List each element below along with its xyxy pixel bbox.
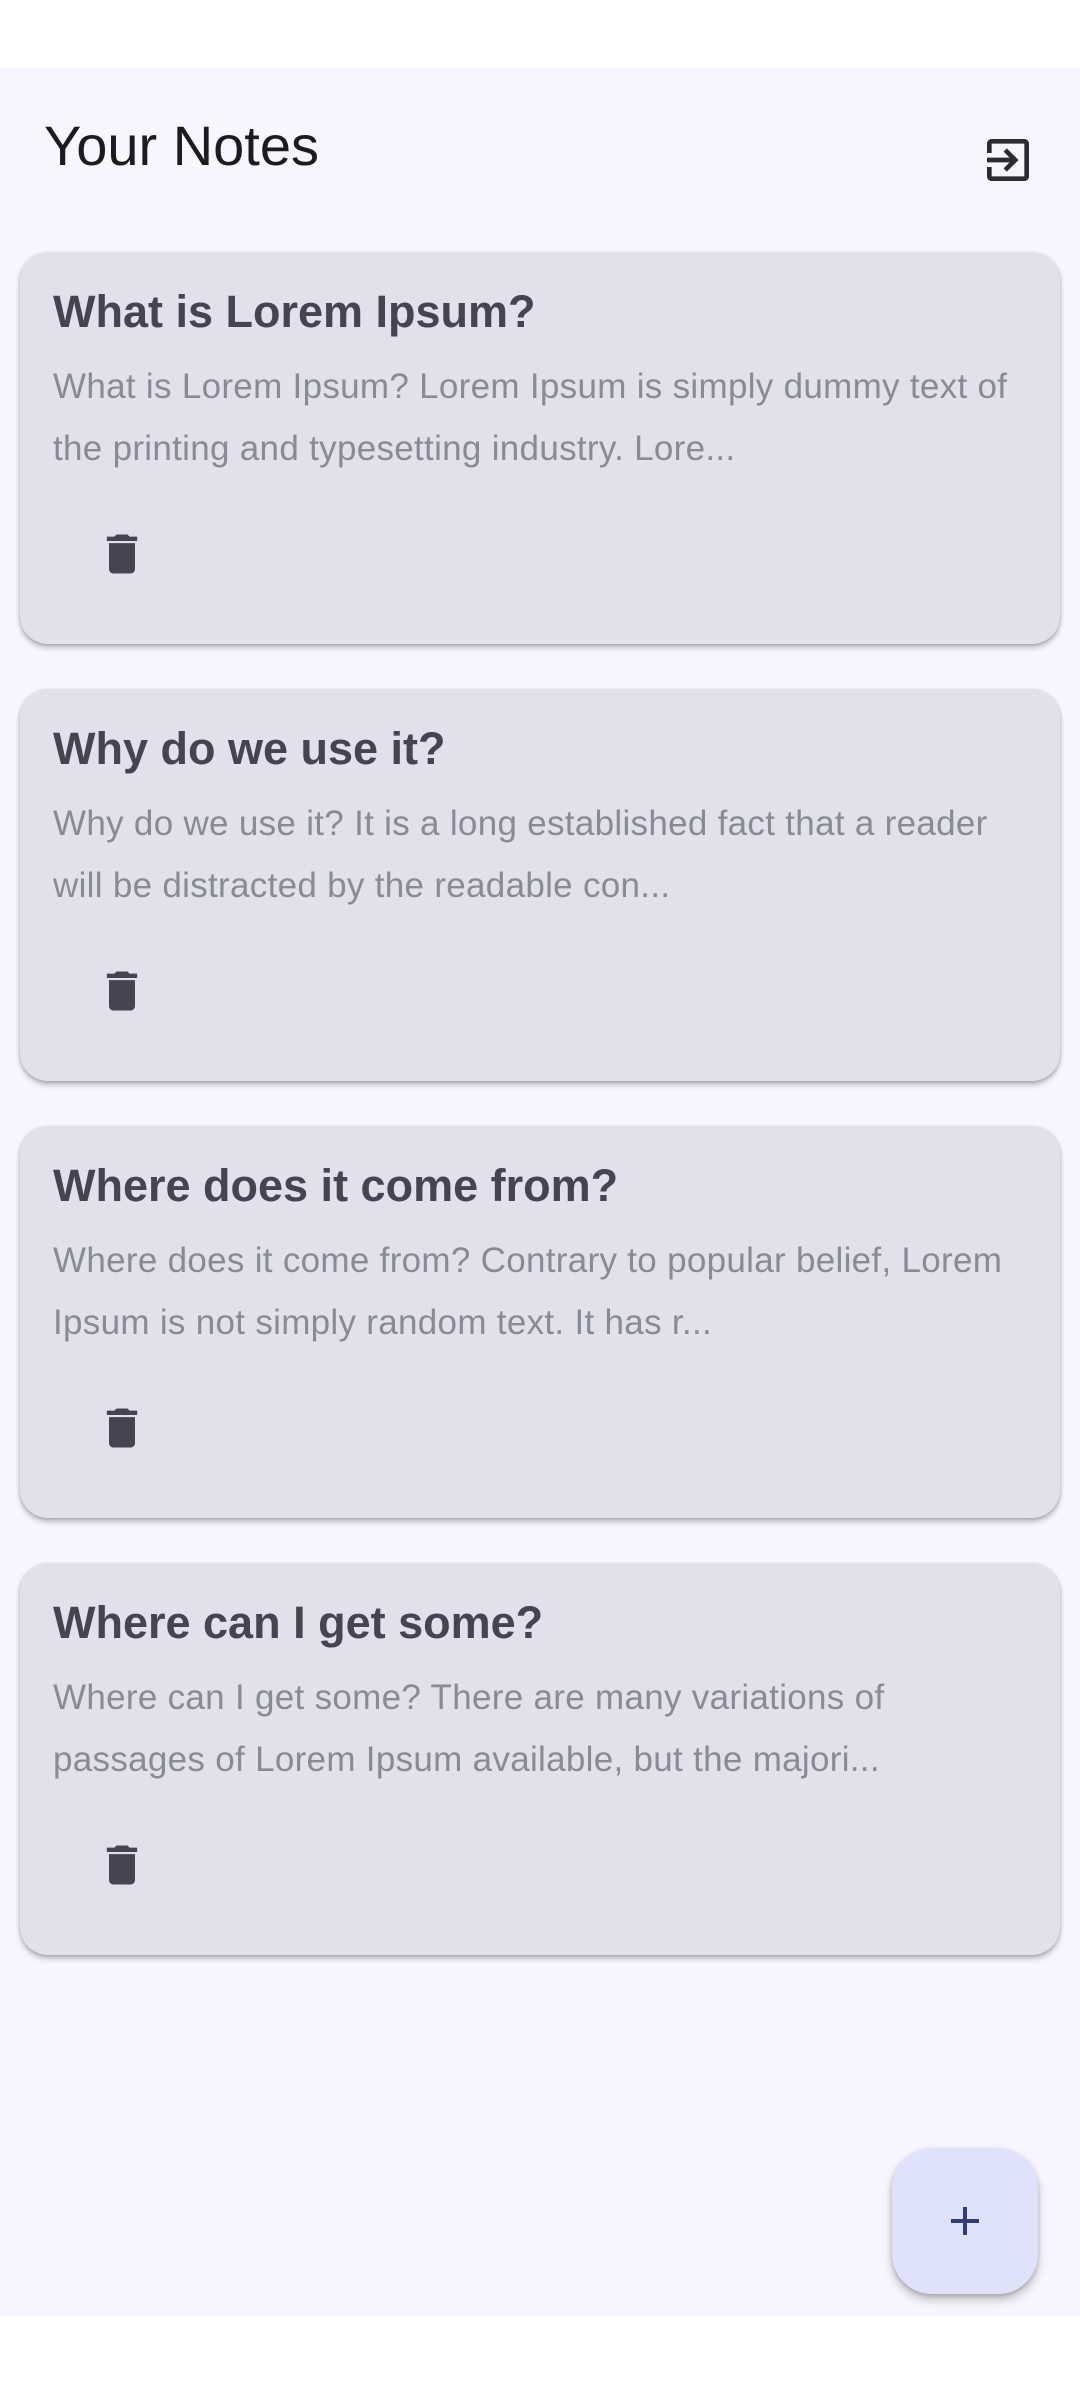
system-navigation-bar [0, 2316, 1080, 2400]
logout-button[interactable] [960, 112, 1056, 208]
note-card[interactable]: Why do we use it? Why do we use it? It i… [20, 689, 1060, 1081]
note-card[interactable]: Where does it come from? Where does it c… [20, 1126, 1060, 1518]
trash-icon [106, 534, 138, 574]
delete-note-button[interactable] [74, 943, 170, 1039]
delete-note-button[interactable] [74, 506, 170, 602]
notes-list: What is Lorem Ipsum? What is Lorem Ipsum… [20, 252, 1060, 2000]
note-preview: Why do we use it? It is a long establish… [53, 804, 988, 905]
trash-icon [106, 971, 138, 1011]
note-card[interactable]: What is Lorem Ipsum? What is Lorem Ipsum… [20, 252, 1060, 644]
status-bar [0, 0, 1080, 68]
note-title: Where can I get some? [53, 1597, 544, 1648]
app-screen: Your Notes What is Lorem Ipsum? What is … [0, 68, 1080, 2316]
plus-icon [951, 2207, 979, 2235]
add-note-button[interactable] [892, 2148, 1038, 2294]
note-preview: Where can I get some? There are many var… [53, 1678, 885, 1779]
note-title: Why do we use it? [53, 723, 446, 774]
note-card[interactable]: Where can I get some? Where can I get so… [20, 1563, 1060, 1955]
delete-note-button[interactable] [74, 1380, 170, 1476]
logout-icon [987, 139, 1029, 181]
trash-icon [106, 1845, 138, 1885]
page-title: Your Notes [44, 114, 319, 177]
note-title: What is Lorem Ipsum? [53, 286, 536, 337]
note-preview: What is Lorem Ipsum? Lorem Ipsum is simp… [53, 367, 1008, 468]
top-app-bar: Your Notes [0, 68, 1080, 228]
trash-icon [106, 1408, 138, 1448]
delete-note-button[interactable] [74, 1817, 170, 1913]
note-preview: Where does it come from? Contrary to pop… [53, 1241, 1003, 1342]
note-title: Where does it come from? [53, 1160, 619, 1211]
